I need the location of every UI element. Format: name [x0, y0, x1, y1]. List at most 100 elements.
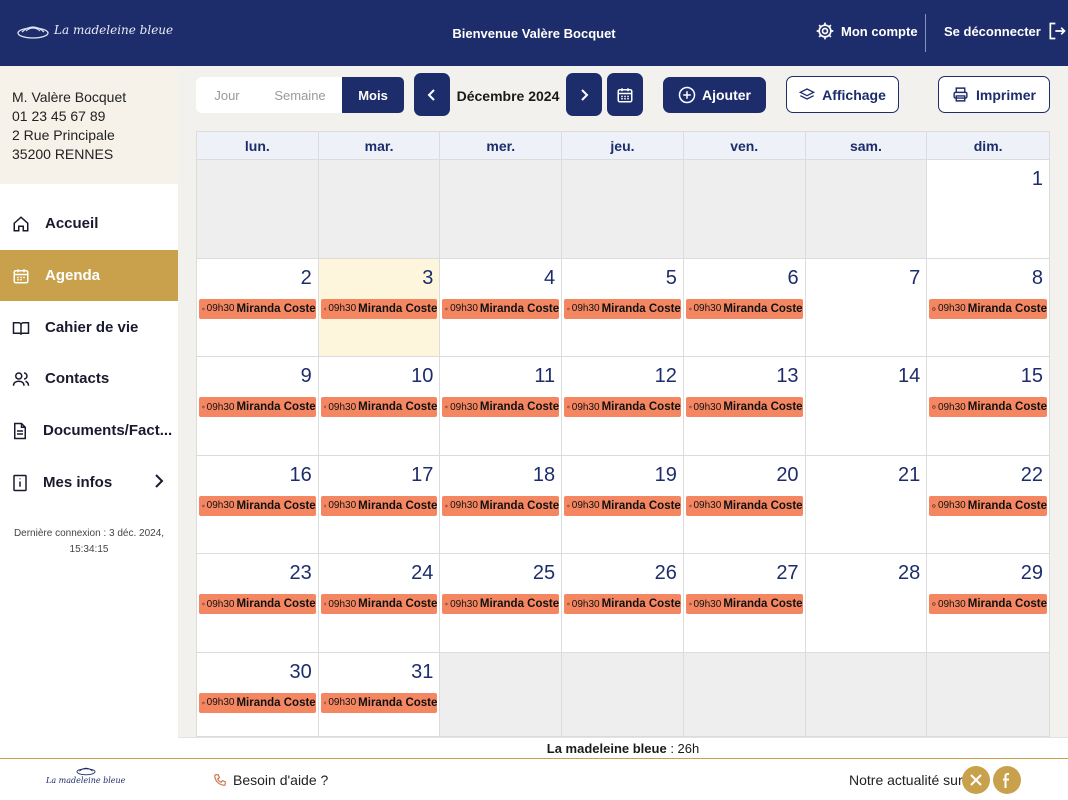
day-cell[interactable]: 5 09h30 Miranda Coste [562, 258, 684, 357]
event-chip[interactable]: 09h30 Miranda Coste [199, 692, 316, 713]
day-cell[interactable]: 19 09h30 Miranda Coste [562, 455, 684, 554]
sidebar-item-mes-infos[interactable]: Mes infos [0, 457, 178, 508]
event-chip[interactable]: 09h30 Miranda Coste [929, 594, 1047, 614]
day-cell[interactable]: 6 09h30 Miranda Coste [683, 258, 806, 357]
event-chip[interactable]: 09h30 Miranda Coste [320, 397, 438, 417]
account-label: Mon compte [841, 23, 918, 39]
day-cell[interactable]: 17 09h30 Miranda Coste [318, 455, 441, 554]
today-cell[interactable]: 3 09h30 Miranda Coste [318, 258, 441, 357]
event-chip[interactable]: 09h30 Miranda Coste [442, 298, 560, 319]
event-chip[interactable]: 09h30 Miranda Coste [564, 594, 681, 614]
day-cell[interactable]: 24 09h30 Miranda Coste [318, 554, 441, 653]
event-name: Miranda Coste [236, 302, 316, 315]
clock-icon [202, 504, 205, 507]
day-cell[interactable]: 12 09h30 Miranda Coste [562, 357, 684, 456]
day-cell[interactable]: 15 09h30 Miranda Coste [927, 357, 1049, 456]
event-name: Miranda Coste [479, 499, 560, 512]
facebook-icon[interactable] [993, 766, 1021, 794]
display-button[interactable]: Affichage [786, 76, 899, 113]
sidebar-item-contacts[interactable]: Contacts [0, 353, 178, 404]
event-chip[interactable]: 09h30 Miranda Coste [564, 495, 681, 516]
date-picker-button[interactable] [607, 73, 643, 116]
day-number: 19 [654, 463, 677, 486]
day-cell[interactable]: 4 09h30 Miranda Coste [440, 258, 563, 357]
event-chip[interactable]: 09h30 Miranda Coste [685, 397, 803, 417]
clock-icon [202, 307, 205, 310]
print-button[interactable]: Imprimer [938, 76, 1050, 113]
month-calendar: lun. mar. mer. jeu. ven. sam. dim. 1 2 09h… [196, 131, 1050, 737]
book-icon [12, 321, 30, 335]
day-cell[interactable]: 28 [805, 554, 928, 653]
event-chip[interactable]: 09h30 Miranda Coste [320, 594, 438, 614]
day-cell[interactable]: 22 09h30 Miranda Coste [927, 455, 1049, 554]
event-chip[interactable]: 09h30 Miranda Coste [929, 298, 1047, 319]
previous-month-button[interactable] [414, 73, 450, 116]
sidebar-item-documents[interactable]: Documents/Fact... [0, 405, 178, 456]
day-cell[interactable]: 13 09h30 Miranda Coste [683, 357, 806, 456]
day-cell[interactable]: 16 09h30 Miranda Coste [197, 455, 319, 554]
event-chip[interactable]: 09h30 Miranda Coste [929, 397, 1047, 417]
logout-button[interactable]: Se déconnecter [944, 21, 1067, 41]
day-number: 17 [411, 463, 434, 486]
day-cell[interactable]: 25 09h30 Miranda Coste [440, 554, 563, 653]
day-cell[interactable]: 11 09h30 Miranda Coste [440, 357, 563, 456]
next-month-button[interactable] [566, 73, 602, 116]
event-chip[interactable]: 09h30 Miranda Coste [564, 397, 681, 417]
day-cell[interactable]: 26 09h30 Miranda Coste [562, 554, 684, 653]
event-name: Miranda Coste [358, 598, 438, 610]
x-icon[interactable] [962, 766, 990, 794]
event-chip[interactable]: 09h30 Miranda Coste [685, 298, 803, 319]
day-cell[interactable]: 8 09h30 Miranda Coste [927, 258, 1049, 357]
event-chip[interactable]: 09h30 Miranda Coste [442, 594, 560, 614]
tab-jour[interactable]: Jour [196, 77, 258, 113]
event-chip[interactable]: 09h30 Miranda Coste [199, 298, 316, 319]
event-chip[interactable]: 09h30 Miranda Coste [199, 495, 316, 516]
event-chip[interactable]: 09h30 Miranda Coste [929, 495, 1047, 516]
account-button[interactable]: Mon compte [815, 21, 918, 41]
tab-semaine[interactable]: Semaine [258, 77, 342, 113]
event-name: Miranda Coste [723, 499, 803, 512]
day-cell[interactable]: 7 [805, 258, 928, 357]
day-cell[interactable]: 18 09h30 Miranda Coste [440, 455, 563, 554]
event-chip[interactable]: 09h30 Miranda Coste [564, 298, 681, 319]
event-chip[interactable]: 09h30 Miranda Coste [320, 298, 438, 319]
day-cell[interactable]: 1 [927, 160, 1049, 259]
event-chip[interactable]: 09h30 Miranda Coste [199, 594, 316, 614]
day-cell[interactable]: 23 09h30 Miranda Coste [197, 554, 319, 653]
day-cell[interactable]: 9 09h30 Miranda Coste [197, 357, 319, 456]
sidebar-item-accueil[interactable]: Accueil [0, 198, 178, 249]
event-time: 09h30 [693, 401, 722, 413]
event-chip[interactable]: 09h30 Miranda Coste [320, 495, 438, 516]
day-cell[interactable]: 27 09h30 Miranda Coste [683, 554, 806, 653]
day-cell[interactable]: 10 09h30 Miranda Coste [318, 357, 441, 456]
day-number: 4 [544, 266, 556, 289]
day-number: 10 [411, 365, 434, 387]
day-cell[interactable]: 14 [805, 357, 928, 456]
day-cell[interactable]: 2 09h30 Miranda Coste [197, 258, 319, 357]
day-cell[interactable]: 30 09h30 Miranda Coste [197, 652, 319, 736]
day-cell[interactable]: 21 [805, 455, 928, 554]
event-chip[interactable]: 09h30 Miranda Coste [199, 397, 316, 417]
madeleine-logo-icon [76, 767, 96, 776]
day-cell[interactable]: 31 09h30 Miranda Coste [318, 652, 441, 736]
help-link[interactable]: Besoin d'aide ? [213, 772, 328, 788]
event-time: 09h30 [571, 598, 600, 610]
event-chip[interactable]: 09h30 Miranda Coste [685, 594, 803, 614]
tab-mois[interactable]: Mois [342, 77, 404, 113]
event-chip[interactable]: 09h30 Miranda Coste [685, 495, 803, 516]
calendar-icon [13, 268, 29, 283]
sidebar-item-cahier-de-vie[interactable]: Cahier de vie [0, 302, 178, 353]
event-chip[interactable]: 09h30 Miranda Coste [442, 397, 560, 417]
day-cell[interactable]: 20 09h30 Miranda Coste [683, 455, 806, 554]
event-name: Miranda Coste [236, 499, 316, 512]
event-chip[interactable]: 09h30 Miranda Coste [320, 692, 438, 713]
display-label: Affichage [822, 86, 886, 103]
empty-day-cell [318, 160, 441, 259]
sidebar-item-agenda[interactable]: Agenda [0, 250, 178, 301]
footer-logo[interactable]: La madeleine bleue [46, 764, 125, 785]
add-button[interactable]: Ajouter [663, 77, 766, 113]
clock-icon [688, 602, 692, 606]
event-chip[interactable]: 09h30 Miranda Coste [442, 495, 560, 516]
event-name: Miranda Coste [358, 696, 438, 709]
day-cell[interactable]: 29 09h30 Miranda Coste [927, 554, 1049, 653]
